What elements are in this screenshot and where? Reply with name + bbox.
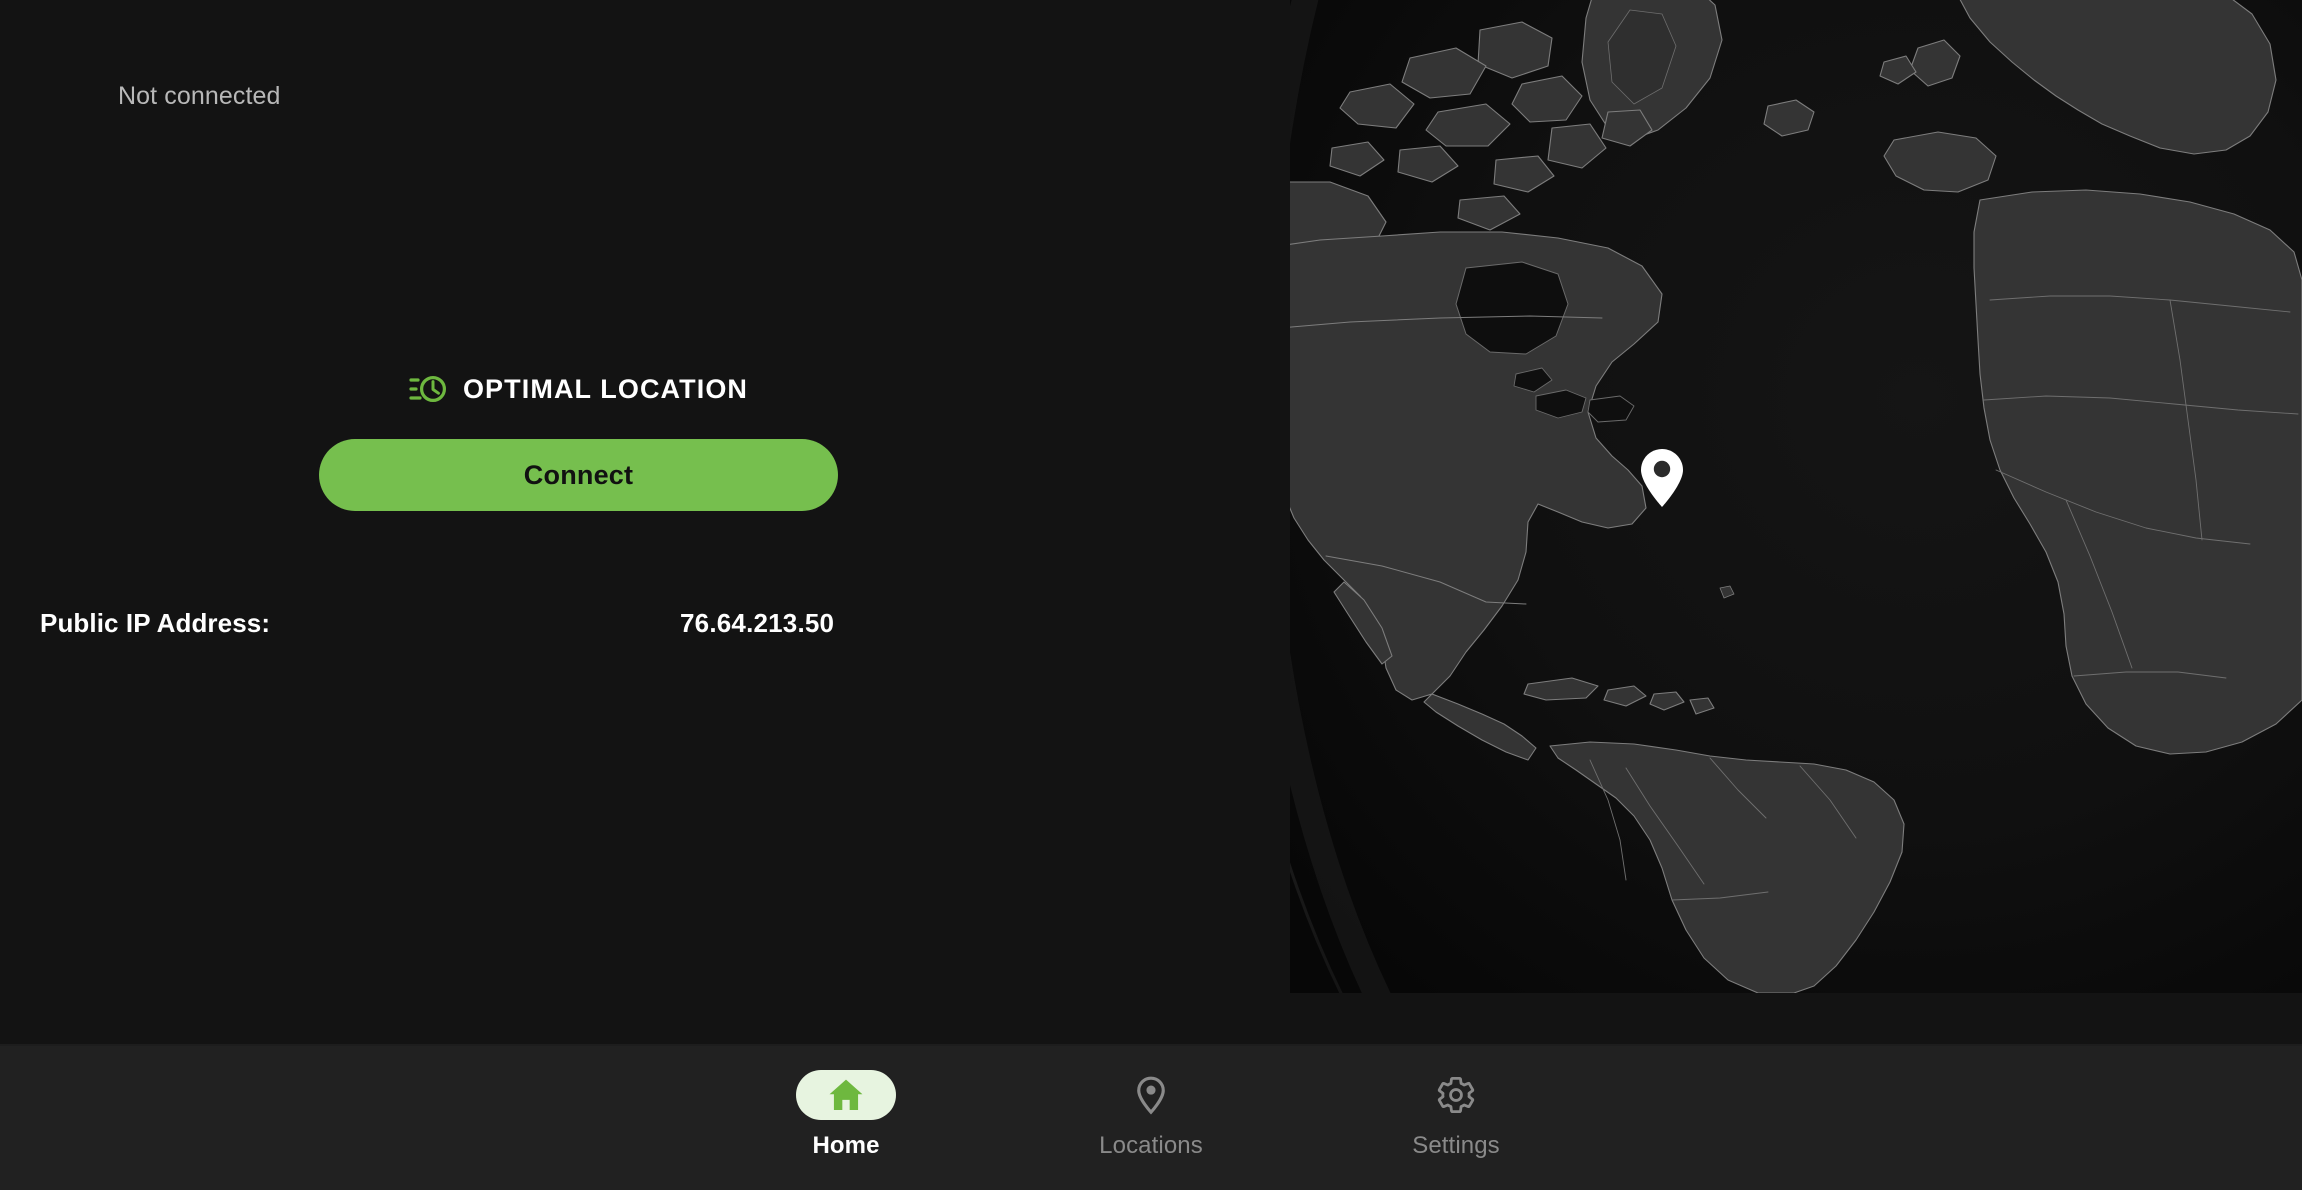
nav-item-home[interactable]: Home	[694, 1046, 999, 1160]
connect-button-wrap: Connect	[0, 439, 1157, 511]
connection-center-block: OPTIMAL LOCATION Connect	[0, 368, 1157, 511]
vpn-app-window: Not connected OPTIMAL LOCATION Connect P…	[0, 0, 2302, 1190]
nav-item-locations[interactable]: Locations	[999, 1046, 1304, 1160]
world-map-graphic	[1290, 0, 2302, 993]
public-ip-label: Public IP Address:	[40, 608, 271, 638]
nav-locations-pill	[1101, 1070, 1201, 1120]
public-ip-value: 76.64.213.50	[680, 608, 835, 638]
home-icon	[829, 1079, 863, 1111]
gear-icon	[1437, 1076, 1475, 1114]
speed-clock-icon	[409, 376, 446, 402]
nav-settings-label: Settings	[1412, 1132, 1500, 1159]
nav-settings-pill	[1406, 1070, 1506, 1120]
optimal-location-row[interactable]: OPTIMAL LOCATION	[0, 368, 1157, 410]
bottom-navigation-bar: Home Locations Settings	[0, 1046, 2302, 1190]
public-ip-row: Public IP Address: 76.64.213.50	[40, 608, 860, 639]
connection-status-text: Not connected	[118, 82, 281, 110]
location-pin-icon	[1137, 1076, 1165, 1115]
nav-home-label: Home	[812, 1132, 880, 1159]
nav-item-settings[interactable]: Settings	[1304, 1046, 1609, 1160]
optimal-location-label: OPTIMAL LOCATION	[462, 373, 749, 404]
nav-locations-label: Locations	[1099, 1132, 1203, 1159]
nav-home-pill	[796, 1070, 896, 1120]
connect-button[interactable]: Connect	[319, 439, 838, 511]
map-pin-icon[interactable]	[1640, 448, 1684, 508]
world-map-panel[interactable]	[1290, 0, 2302, 993]
